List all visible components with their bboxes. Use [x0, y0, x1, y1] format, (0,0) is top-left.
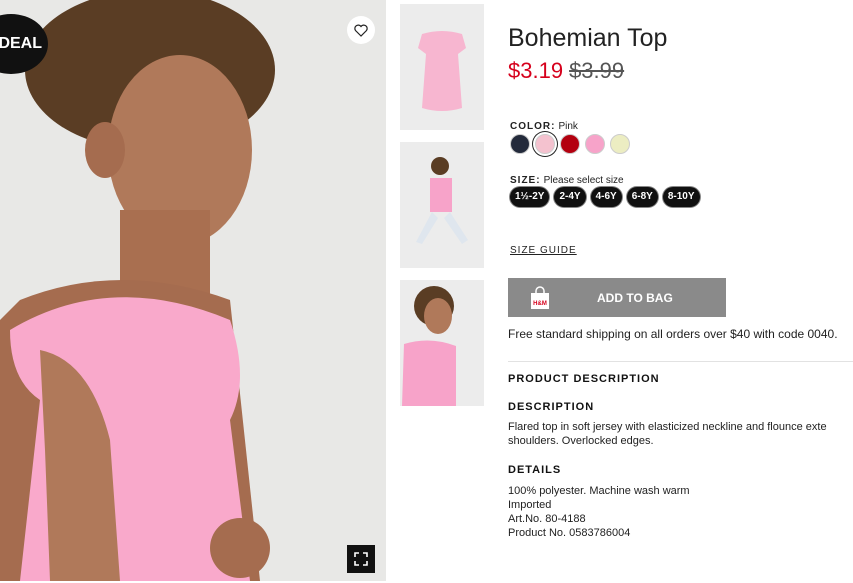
original-price: $3.99 [569, 58, 625, 83]
thumbnail-2[interactable] [400, 142, 484, 268]
description-heading: DESCRIPTION [508, 401, 595, 413]
product-description-heading: PRODUCT DESCRIPTION [508, 373, 660, 385]
details-item: Product No. 0583786004 [508, 527, 631, 539]
deal-badge-label: DEAL [0, 35, 42, 52]
heart-outline-icon [354, 24, 368, 37]
size-options: 1½-2Y 2-4Y 4-6Y 6-8Y 8-10Y [510, 187, 700, 207]
color-label: COLOR: [510, 121, 556, 132]
size-option[interactable]: 8-10Y [662, 187, 700, 207]
details-item: Art.No. 80-4188 [508, 513, 586, 525]
details-list: 100% polyester. Machine wash warm Import… [508, 484, 690, 540]
details-heading: DETAILS [508, 464, 562, 476]
thumbnail-3[interactable] [400, 280, 484, 406]
thumbnail-image [400, 142, 484, 268]
size-guide-link[interactable]: SIZE GUIDE [510, 245, 577, 256]
details-item: 100% polyester. Machine wash warm [508, 485, 690, 497]
product-title: Bohemian Top [508, 24, 668, 52]
color-label-row: COLOR: Pink [510, 116, 578, 134]
description-text: Flared top in soft jersey with elasticiz… [508, 420, 853, 448]
color-selected-value: Pink [558, 121, 578, 132]
divider [508, 361, 853, 362]
bag-icon-text: H&M [533, 301, 547, 307]
favorite-button[interactable] [347, 16, 375, 44]
size-option[interactable]: 6-8Y [626, 187, 658, 207]
color-swatch-navy[interactable] [510, 134, 530, 154]
shopping-bag-icon: H&M [531, 285, 549, 309]
thumbnail-image [400, 4, 484, 130]
size-prompt: Please select size [543, 175, 624, 186]
size-label: SIZE: [510, 175, 541, 186]
size-option[interactable]: 1½-2Y [510, 187, 550, 207]
shipping-message: Free standard shipping on all orders ove… [508, 327, 838, 341]
price-row: $3.19 $3.99 [508, 58, 624, 84]
main-product-image[interactable]: DEAL [0, 0, 386, 581]
fullscreen-icon [354, 552, 368, 566]
description-line: Flared top in soft jersey with elasticiz… [508, 421, 827, 433]
color-swatches [510, 134, 630, 154]
details-item: Imported [508, 499, 552, 511]
color-swatch-pink[interactable] [585, 134, 605, 154]
product-photo [0, 0, 386, 581]
add-to-bag-label: ADD TO BAG [597, 290, 673, 305]
size-label-row: SIZE: Please select size [510, 170, 624, 188]
size-option[interactable]: 4-6Y [590, 187, 622, 207]
description-line: shoulders. Overlocked edges. [508, 435, 654, 447]
sale-price: $3.19 [508, 58, 564, 83]
thumbnail-1[interactable] [400, 4, 484, 130]
color-swatch-light-yellow[interactable] [610, 134, 630, 154]
zoom-button[interactable] [347, 545, 375, 573]
color-swatch-light-pink[interactable] [535, 134, 555, 154]
size-option[interactable]: 2-4Y [554, 187, 586, 207]
add-to-bag-button[interactable]: H&M ADD TO BAG [508, 278, 726, 317]
color-swatch-red[interactable] [560, 134, 580, 154]
thumbnail-image [400, 280, 484, 406]
